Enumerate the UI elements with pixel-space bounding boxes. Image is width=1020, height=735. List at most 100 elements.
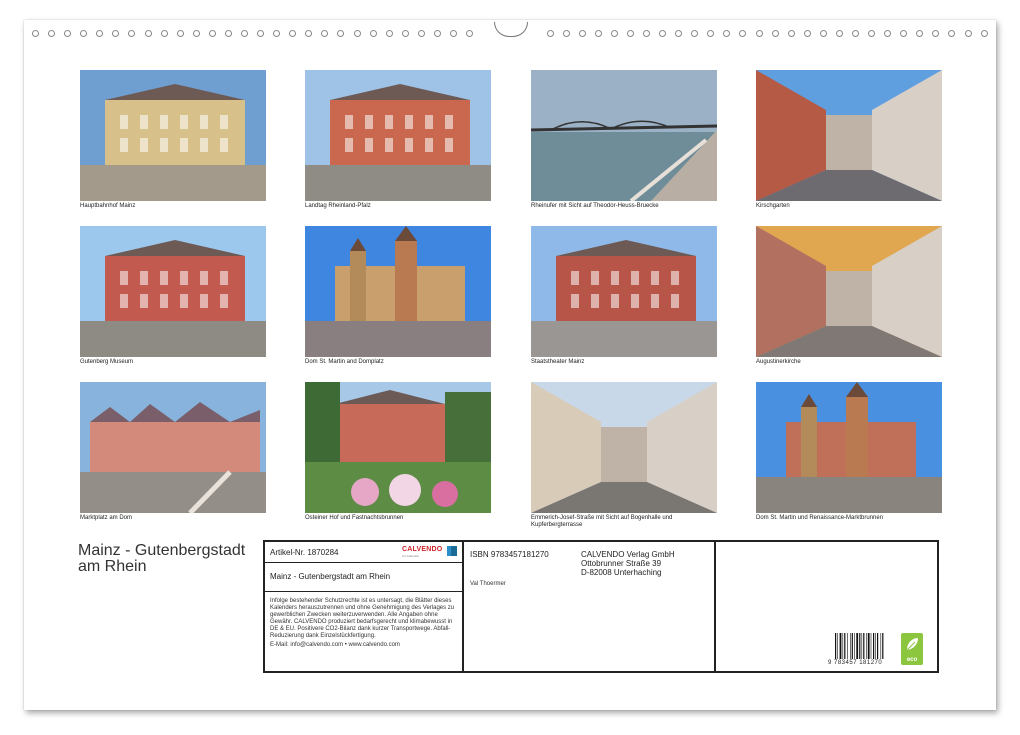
- binding-hole: [868, 29, 876, 37]
- building-photo: [80, 226, 266, 357]
- cathedral-photo: [756, 382, 942, 513]
- binding-hole: [932, 29, 940, 37]
- binding-hole: [224, 29, 232, 37]
- street-photo: [756, 226, 942, 357]
- binding-hole: [385, 29, 393, 37]
- isbn: ISBN 9783457181270: [470, 550, 549, 559]
- binding-hole: [578, 29, 586, 37]
- binding-hole: [289, 29, 297, 37]
- binding-hole: [466, 29, 474, 37]
- binding-hole: [900, 29, 908, 37]
- photo-caption: Marktplatz am Dom: [80, 515, 133, 521]
- photo-caption: Hauptbahnhof Mainz: [80, 203, 136, 209]
- binding-hole: [626, 29, 634, 37]
- binding-hole: [916, 29, 924, 37]
- binding-hole: [739, 29, 747, 37]
- photo-caption: Landtag Rheinland-Pfalz: [305, 203, 371, 209]
- legal-text: Infolge bestehender Schutzrechte ist es …: [270, 598, 455, 639]
- binding-hole: [433, 29, 441, 37]
- author: Val Thoermer: [470, 581, 506, 587]
- binding-hole: [257, 29, 265, 37]
- binding-hole: [305, 29, 313, 37]
- binding-hole: [546, 29, 554, 37]
- binding-hole: [594, 29, 602, 37]
- photo-caption: Gutenberg Museum: [80, 359, 134, 365]
- bridge-photo: [531, 70, 717, 201]
- binding-hole: [369, 29, 377, 37]
- publisher-name: CALVENDO Verlag GmbH: [581, 550, 675, 559]
- building-photo: [80, 70, 266, 201]
- publisher-street: Ottobrunner Straße 39: [581, 559, 662, 568]
- leaf-icon: [906, 638, 918, 651]
- binding-hole: [771, 29, 779, 37]
- street-photo: [531, 382, 717, 513]
- binding-hole: [755, 29, 763, 37]
- binding-hole: [144, 29, 152, 37]
- binding-hole: [80, 29, 88, 37]
- binding-hole: [803, 29, 811, 37]
- binding-hole: [675, 29, 683, 37]
- row-separator: [265, 591, 462, 592]
- binding-hole: [192, 29, 200, 37]
- binding-hole: [112, 29, 120, 37]
- cathedral-photo: [305, 226, 491, 357]
- row-separator: [265, 562, 462, 563]
- binding-hole: [835, 29, 843, 37]
- building-photo: [305, 70, 491, 201]
- binding-hole: [819, 29, 827, 37]
- photo-caption: Rheinufer mit Sicht auf Theodor-Heuss-Br…: [531, 203, 659, 209]
- garden-photo: [305, 382, 491, 513]
- binding-hole: [241, 29, 249, 37]
- street-photo: [756, 70, 942, 201]
- info-box: Artikel-Nr. 1870284 CALVENDO Art-Calenda…: [263, 540, 939, 673]
- photo-caption: Augustinerkirche: [756, 359, 801, 365]
- binding-hole: [417, 29, 425, 37]
- binding-hole: [723, 29, 731, 37]
- binding-hole: [562, 29, 570, 37]
- info-middle-column: ISBN 9783457181270 Val Thoermer CALVENDO…: [464, 542, 716, 671]
- binding-hole: [642, 29, 650, 37]
- publisher-city: D-82008 Unterhaching: [581, 568, 662, 577]
- binding-hole: [160, 29, 168, 37]
- barcode-icon: [835, 633, 884, 659]
- binding-hole: [176, 29, 184, 37]
- binding-hole: [32, 29, 39, 37]
- photo-caption: Emmerich-Josef-Straße mit Sicht auf Boge…: [531, 515, 673, 528]
- photo-caption: Osteiner Hof und Fastnachtsbrunnen: [305, 515, 404, 521]
- calvendo-logo-sub: Art-Calendar: [402, 554, 420, 558]
- product-title: Mainz - Gutenbergstadt am Rhein: [270, 572, 391, 581]
- info-left-column: Artikel-Nr. 1870284 CALVENDO Art-Calenda…: [265, 542, 464, 671]
- binding-hole: [691, 29, 699, 37]
- photo-caption: Staatstheater Mainz: [531, 359, 585, 365]
- binding-hole: [980, 29, 988, 37]
- binding-hole: [273, 29, 281, 37]
- binding-hole: [948, 29, 956, 37]
- binding-hole: [610, 29, 618, 37]
- calendar-sheet: Hauptbahnhof Mainz Landtag Rheinland-Pfa…: [24, 20, 996, 710]
- calvendo-logo: CALVENDO: [402, 546, 443, 553]
- photo-caption: Dom St. Martin und Renaissance-Marktbrun…: [756, 515, 884, 521]
- binding-hole: [208, 29, 216, 37]
- binding-hole: [659, 29, 667, 37]
- square-photo: [80, 382, 266, 513]
- binding-hole: [884, 29, 892, 37]
- binding-hole: [450, 29, 458, 37]
- binding-hole: [401, 29, 409, 37]
- building-photo: [531, 226, 717, 357]
- article-number: Artikel-Nr. 1870284: [270, 548, 339, 557]
- contact-email: E-Mail: info@calvendo.com • www.calvendo…: [270, 642, 400, 648]
- binding-hole: [851, 29, 859, 37]
- binding-hole: [64, 29, 72, 37]
- calendar-title: Mainz - Gutenbergstadt am Rhein: [78, 542, 246, 575]
- eco-label-text: eco: [906, 657, 918, 663]
- binding-hole: [964, 29, 972, 37]
- binding-hole: [128, 29, 136, 37]
- info-right-column: 9 783457 181270 eco: [716, 542, 937, 671]
- barcode-number: 9 783457 181270: [828, 660, 883, 666]
- binding-hole: [707, 29, 715, 37]
- binding-hole: [321, 29, 329, 37]
- photo-caption: Kirschgarten: [756, 203, 790, 209]
- binding-hole: [337, 29, 345, 37]
- eco-label-icon: eco: [901, 633, 923, 665]
- binding-hole: [787, 29, 795, 37]
